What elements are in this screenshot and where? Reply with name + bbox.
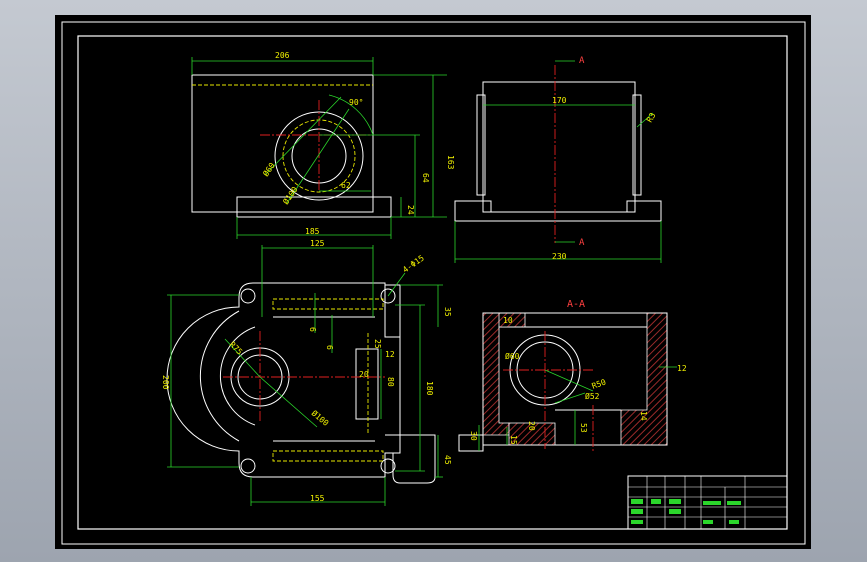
outer-frame [61, 21, 806, 545]
dim-top-155: 155 [310, 494, 325, 503]
dim-front-24: 24 [406, 205, 415, 215]
dim-side-230: 230 [552, 252, 567, 261]
dim-side-170: 170 [552, 96, 567, 105]
engineering-drawing: 206 163 Ø60 Ø100 90° 62 64 24 185 170 R3… [61, 21, 806, 545]
dim-section-15: 15 [509, 435, 518, 445]
tb-mark-8 [703, 520, 713, 524]
side-flange-right [632, 94, 642, 196]
top-right-flange [385, 284, 401, 436]
dim-top-12: 12 [385, 350, 395, 359]
section-leader-r50 [544, 369, 594, 392]
dim-top-holes: 4-Φ15 [401, 253, 426, 274]
dim-section-d60: Ø60 [505, 351, 520, 361]
dim-front-163: 163 [446, 155, 455, 170]
top-hidden-rib-top [272, 298, 384, 310]
side-flange-left [476, 94, 486, 196]
title-block [627, 475, 788, 530]
dim-section-10: 10 [503, 316, 513, 325]
dim-top-125: 125 [310, 239, 325, 248]
dim-front-185: 185 [305, 227, 320, 236]
dim-top-80: 80 [386, 377, 395, 387]
inner-frame [77, 35, 788, 530]
dim-section-53: 53 [579, 423, 588, 433]
dim-front-d60: Ø60 [260, 160, 277, 178]
tb-mark-7 [727, 501, 741, 505]
top-body-outline [166, 282, 401, 478]
top-bolt-hole-3 [240, 458, 256, 474]
dim-top-25: 25 [373, 339, 382, 349]
top-view: 125 4-Φ15 6 6 35 25 12 R75 20 80 200 180… [161, 239, 452, 506]
top-hidden-rib-bot [272, 450, 384, 462]
section-title: A-A [567, 299, 585, 310]
top-base-ring-outer [199, 310, 240, 442]
front-leader-d60 [264, 96, 342, 176]
top-right-foot [385, 434, 436, 484]
section-left-wall [482, 312, 510, 436]
side-view: 170 R3 230 A A [454, 56, 662, 263]
dim-front-62: 62 [341, 181, 351, 190]
tb-mark-4 [631, 509, 643, 514]
dim-top-6b: 6 [325, 345, 334, 350]
dim-side-r3: R3 [645, 111, 658, 124]
tb-mark-10 [631, 520, 643, 524]
dim-section-14: 14 [639, 411, 648, 421]
dim-top-35: 35 [443, 307, 452, 317]
dim-section-12: 12 [677, 364, 687, 373]
top-bolt-hole-1 [240, 288, 256, 304]
top-slot-outline [355, 348, 379, 420]
dim-top-180: 180 [425, 381, 434, 396]
dim-section-d52: Ø52 [585, 391, 600, 401]
dim-section-20: 20 [527, 421, 536, 431]
dim-top-200: 200 [161, 375, 170, 390]
dim-top-20: 20 [359, 370, 369, 379]
tb-mark-6 [703, 501, 721, 505]
tb-mark-2 [651, 499, 661, 504]
dim-section-30: 30 [469, 431, 478, 441]
dim-front-206: 206 [275, 51, 290, 60]
tb-mark-3 [669, 499, 681, 504]
front-view: 206 163 Ø60 Ø100 90° 62 64 24 185 [191, 51, 455, 239]
dim-front-angle: 90° [349, 98, 363, 107]
tb-mark-5 [669, 509, 681, 514]
dim-section-r50: R50 [591, 377, 608, 390]
dim-top-6a: 6 [308, 327, 317, 332]
side-base-outline [454, 200, 662, 222]
tb-mark-1 [631, 499, 643, 504]
drawing-frames [61, 21, 806, 545]
section-view: 10 12 Ø60 R50 Ø52 20 53 30 15 14 A-A [458, 299, 687, 452]
drawing-sheet: 206 163 Ø60 Ø100 90° 62 64 24 185 170 R3… [55, 15, 811, 549]
section-right-wall [620, 312, 668, 446]
tb-mark-9 [729, 520, 739, 524]
dim-top-45: 45 [443, 455, 452, 465]
dim-front-64: 64 [421, 173, 430, 183]
dim-top-d100: Ø100 [310, 408, 331, 428]
cad-viewport: 206 163 Ø60 Ø100 90° 62 64 24 185 170 R3… [0, 0, 867, 562]
section-mark-top: A [579, 56, 585, 66]
section-mark-bottom: A [579, 238, 585, 248]
